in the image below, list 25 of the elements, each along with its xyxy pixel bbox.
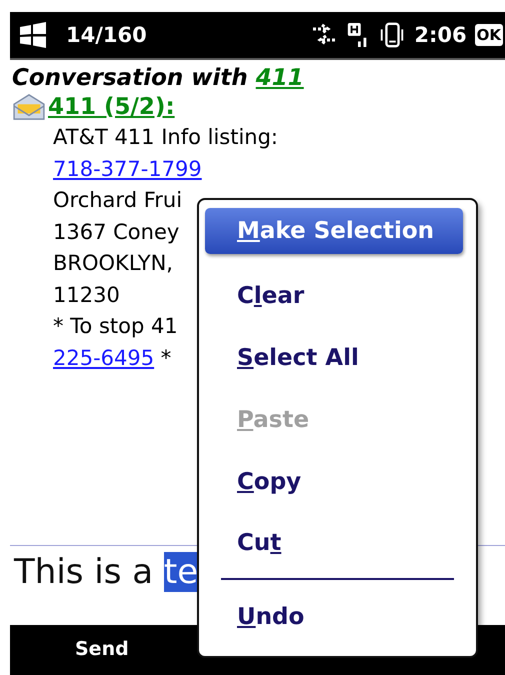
menu-item[interactable]: Make Selection xyxy=(205,208,463,254)
message-text: BROOKLYN, xyxy=(53,251,173,275)
contact-link[interactable]: 411 xyxy=(256,65,304,91)
envelope-icon xyxy=(12,93,46,121)
menu-item[interactable]: Undo xyxy=(205,586,470,648)
send-soft-key[interactable]: Send xyxy=(75,638,129,660)
conversation-title: Conversation with 411 xyxy=(12,64,305,92)
menu-item[interactable]: Copy xyxy=(205,450,470,513)
menu-item[interactable]: Clear xyxy=(205,266,470,328)
menu-item[interactable]: Cut xyxy=(205,512,470,574)
message-text: AT&T 411 Info listing: xyxy=(53,125,278,149)
message-text: 1367 Coney xyxy=(53,220,180,244)
phone-link[interactable]: 718-377-1799 xyxy=(53,156,202,180)
windows-flag-icon[interactable] xyxy=(18,21,48,49)
message-text: * To stop 41 xyxy=(53,314,178,338)
character-counter: 14/160 xyxy=(66,23,147,47)
message-sender-link[interactable]: 411 (5/2): xyxy=(48,92,175,122)
phone-link[interactable]: 225-6495 xyxy=(53,346,154,370)
message-text: * xyxy=(160,346,172,370)
selected-text: te xyxy=(164,552,198,592)
message-text: Orchard Frui xyxy=(53,188,182,212)
menu-item[interactable]: Select All xyxy=(205,327,470,390)
clock-time: 2:06 xyxy=(414,23,467,47)
ok-button[interactable]: OK xyxy=(474,24,503,46)
message-text: 11230 xyxy=(53,282,120,306)
